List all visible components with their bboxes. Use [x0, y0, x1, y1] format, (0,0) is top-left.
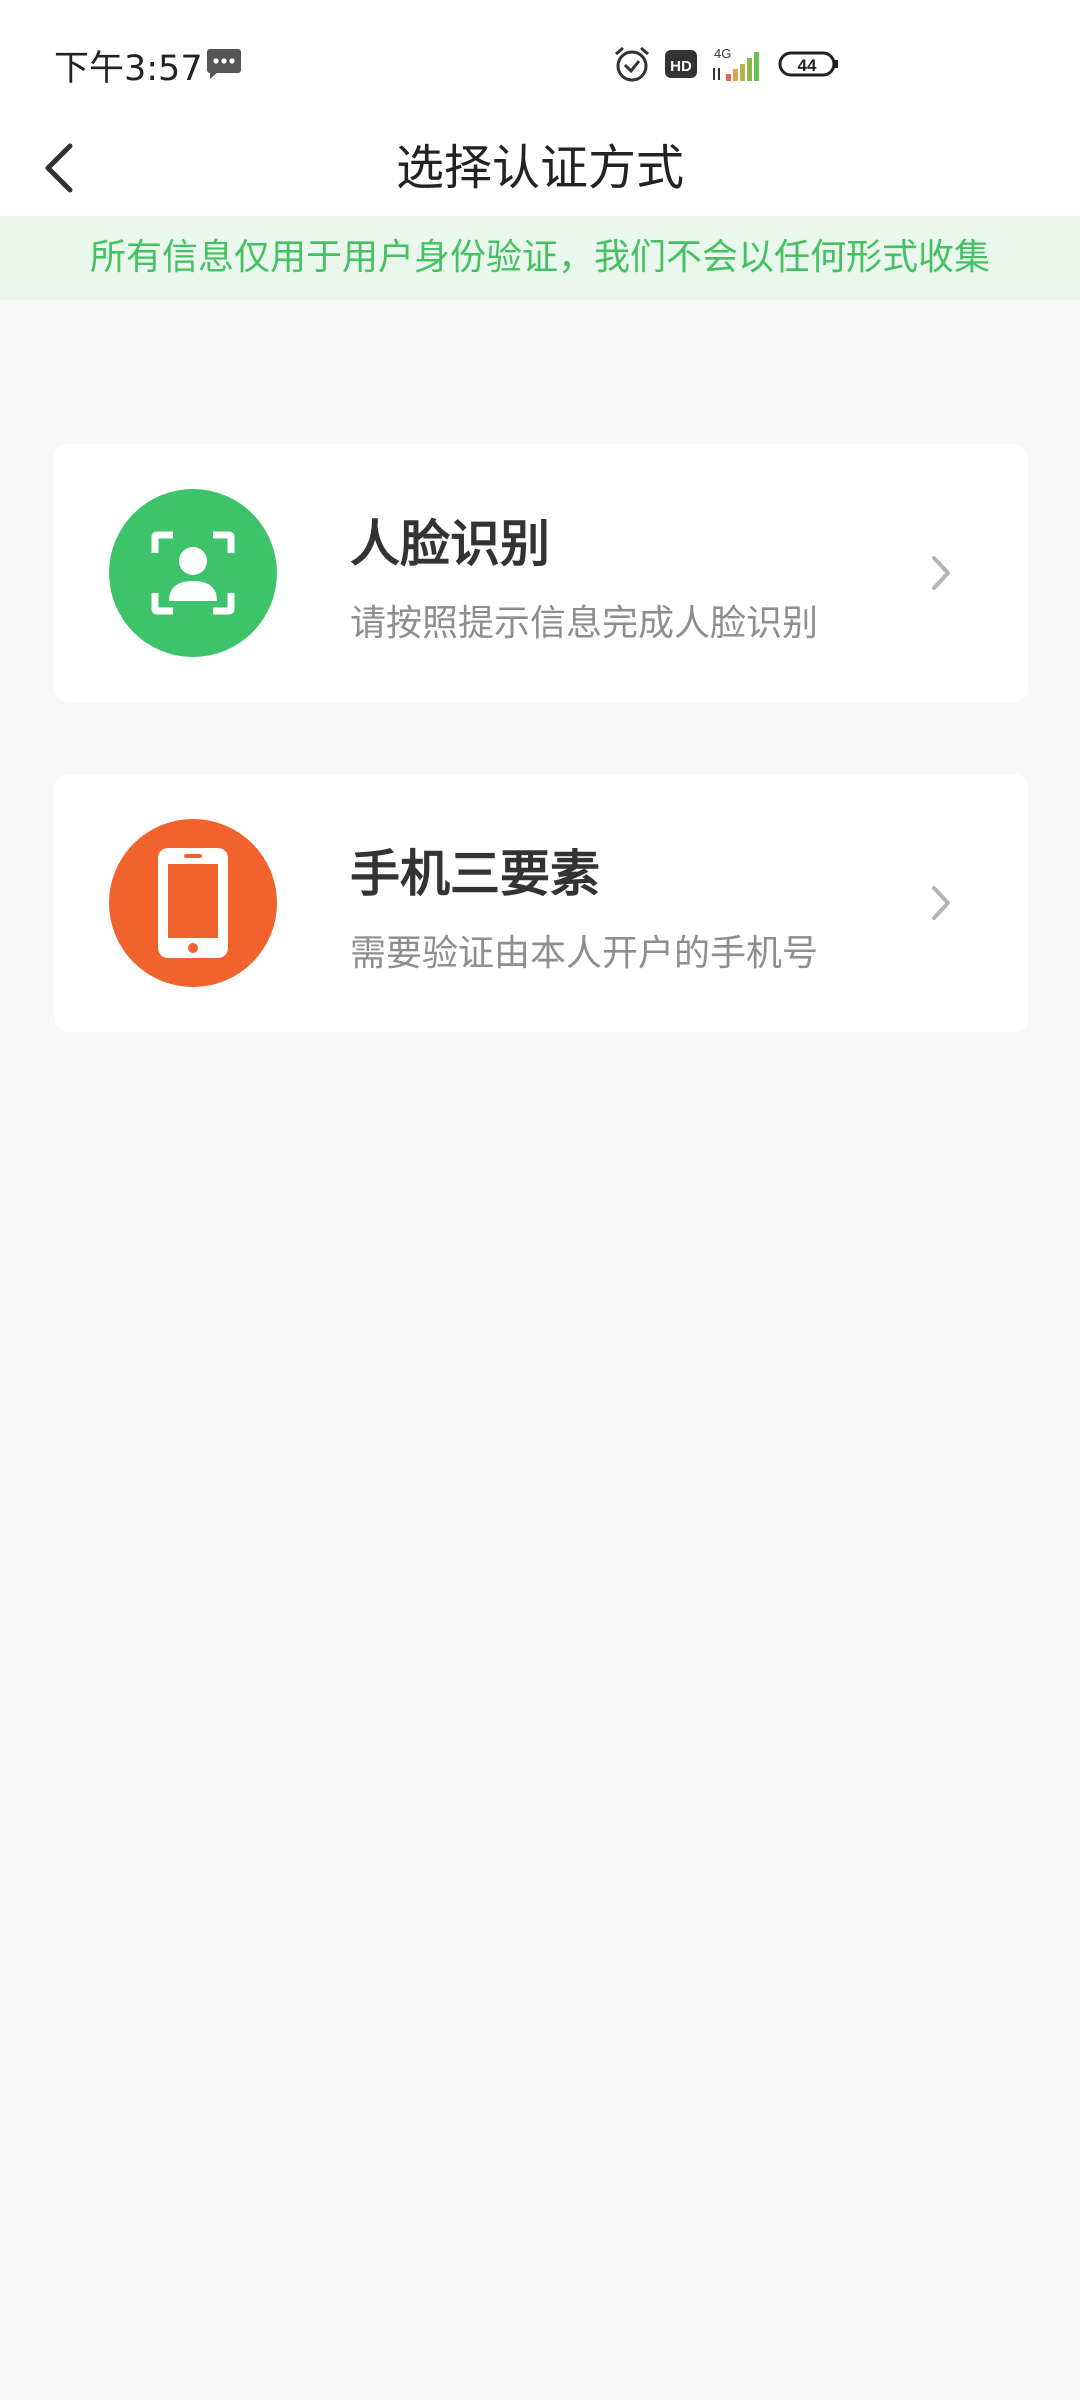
alarm-icon	[615, 46, 649, 82]
option-subtitle: 需要验证由本人开户的手机号	[350, 933, 819, 974]
chevron-left-icon	[45, 143, 73, 193]
chevron-right-icon	[932, 886, 950, 920]
network-label: 4G	[714, 46, 731, 61]
face-recognition-option[interactable]: 人脸识别 请按照提示信息完成人脸识别	[54, 444, 1028, 702]
message-icon	[207, 49, 241, 79]
navigation-bar: 选择认证方式	[0, 120, 1080, 216]
hd-icon: HD	[665, 50, 697, 78]
status-time: 下午3:57	[54, 49, 203, 89]
battery-icon: 44	[778, 51, 838, 77]
page-title: 选择认证方式	[395, 140, 684, 196]
privacy-notice: 所有信息仅用于用户身份验证，我们不会以任何形式收集	[0, 216, 1080, 300]
option-title: 人脸识别	[350, 515, 550, 573]
back-button[interactable]	[30, 130, 100, 206]
phone-icon	[109, 819, 277, 987]
option-subtitle: 请按照提示信息完成人脸识别	[350, 603, 819, 644]
option-title: 手机三要素	[350, 845, 600, 903]
signal-4g-icon: 4G	[713, 46, 759, 81]
battery-level: 44	[798, 56, 817, 75]
phone-verification-option[interactable]: 手机三要素 需要验证由本人开户的手机号	[54, 774, 1028, 1032]
chevron-right-icon	[932, 556, 950, 590]
status-bar: 下午3:57 HD 4G 44	[0, 0, 1080, 120]
svg-text:HD: HD	[670, 58, 692, 75]
face-scan-icon	[109, 489, 277, 657]
